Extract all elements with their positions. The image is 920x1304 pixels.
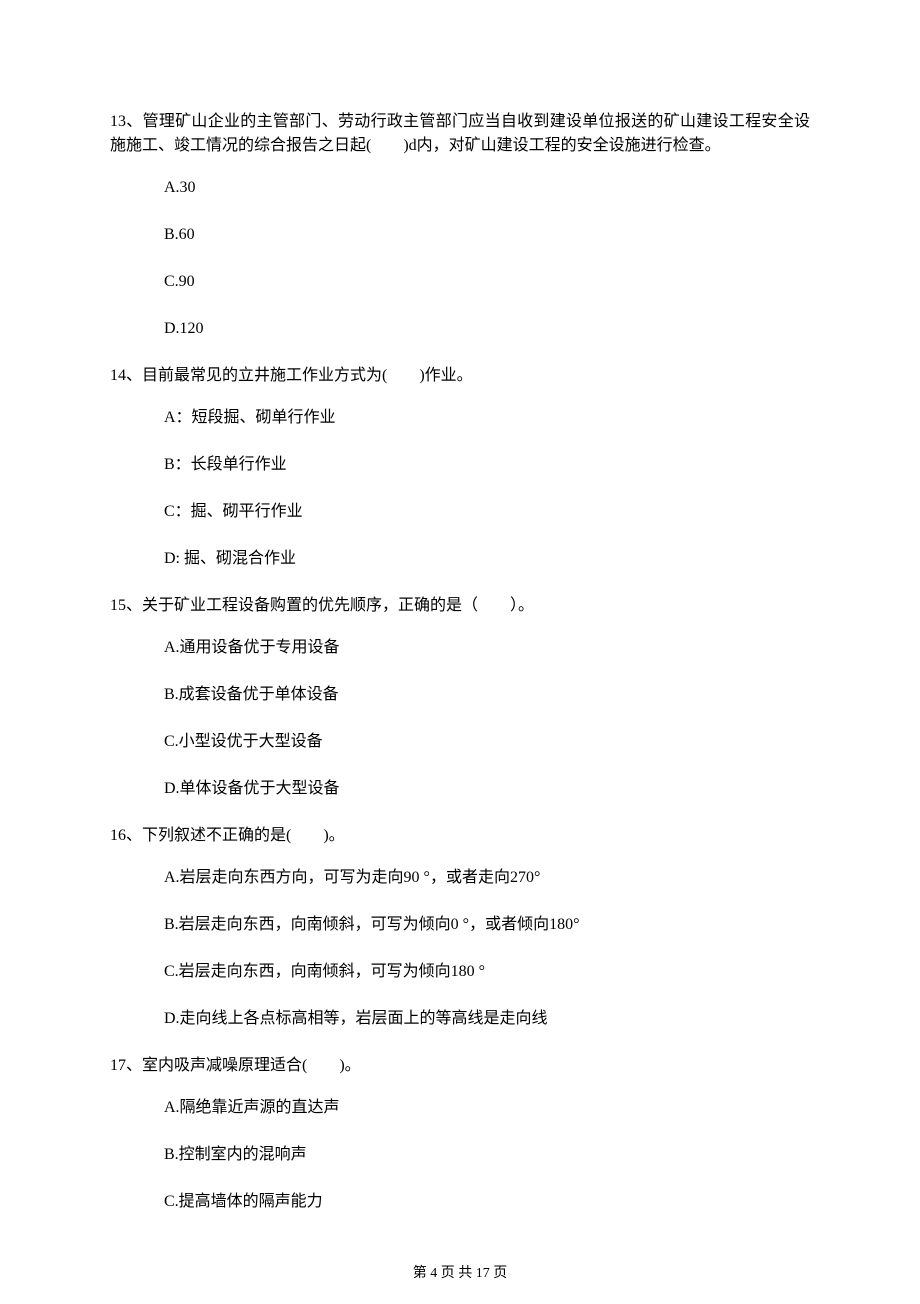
page-footer: 第 4 页 共 17 页 xyxy=(0,1263,920,1304)
question-text: 15、关于矿业工程设备购置的优先顺序，正确的是（ ）。 xyxy=(110,594,810,618)
question-text: 17、室内吸声减噪原理适合( )。 xyxy=(110,1054,810,1078)
option-c: C.岩层走向东西，向南倾斜，可写为倾向180 ° xyxy=(164,960,810,984)
option-b: B.控制室内的混响声 xyxy=(164,1143,810,1167)
option-d: D.走向线上各点标高相等，岩层面上的等高线是走向线 xyxy=(164,1007,810,1031)
option-a: A.30 xyxy=(164,176,810,200)
question-14: 14、目前最常见的立井施工作业方式为( )作业。 A：短段掘、砌单行作业 B：长… xyxy=(110,364,810,571)
option-c: C.提高墙体的隔声能力 xyxy=(164,1190,810,1214)
option-a: A.通用设备优于专用设备 xyxy=(164,636,810,660)
option-c: C.小型设优于大型设备 xyxy=(164,730,810,754)
option-b: B.成套设备优于单体设备 xyxy=(164,683,810,707)
option-d: D.单体设备优于大型设备 xyxy=(164,777,810,801)
question-17: 17、室内吸声减噪原理适合( )。 A.隔绝靠近声源的直达声 B.控制室内的混响… xyxy=(110,1054,810,1214)
options-group: A.30 B.60 C.90 D.120 xyxy=(110,176,810,341)
option-a: A.岩层走向东西方向，可写为走向90 °，或者走向270° xyxy=(164,866,810,890)
option-a: A.隔绝靠近声源的直达声 xyxy=(164,1096,810,1120)
option-d: D: 掘、砌混合作业 xyxy=(164,547,810,571)
option-b: B：长段单行作业 xyxy=(164,453,810,477)
page-content: 13、管理矿山企业的主管部门、劳动行政主管部门应当自收到建设单位报送的矿山建设工… xyxy=(0,0,920,1257)
question-16: 16、下列叙述不正确的是( )。 A.岩层走向东西方向，可写为走向90 °，或者… xyxy=(110,824,810,1031)
option-b: B.岩层走向东西，向南倾斜，可写为倾向0 °，或者倾向180° xyxy=(164,913,810,937)
option-c: C：掘、砌平行作业 xyxy=(164,500,810,524)
option-d: D.120 xyxy=(164,317,810,341)
question-13: 13、管理矿山企业的主管部门、劳动行政主管部门应当自收到建设单位报送的矿山建设工… xyxy=(110,110,810,341)
options-group: A.岩层走向东西方向，可写为走向90 °，或者走向270° B.岩层走向东西，向… xyxy=(110,866,810,1031)
question-15: 15、关于矿业工程设备购置的优先顺序，正确的是（ ）。 A.通用设备优于专用设备… xyxy=(110,594,810,801)
question-text: 16、下列叙述不正确的是( )。 xyxy=(110,824,810,848)
question-text: 13、管理矿山企业的主管部门、劳动行政主管部门应当自收到建设单位报送的矿山建设工… xyxy=(110,110,810,158)
option-c: C.90 xyxy=(164,270,810,294)
options-group: A：短段掘、砌单行作业 B：长段单行作业 C：掘、砌平行作业 D: 掘、砌混合作… xyxy=(110,406,810,571)
question-text: 14、目前最常见的立井施工作业方式为( )作业。 xyxy=(110,364,810,388)
option-a: A：短段掘、砌单行作业 xyxy=(164,406,810,430)
options-group: A.隔绝靠近声源的直达声 B.控制室内的混响声 C.提高墙体的隔声能力 xyxy=(110,1096,810,1214)
options-group: A.通用设备优于专用设备 B.成套设备优于单体设备 C.小型设优于大型设备 D.… xyxy=(110,636,810,801)
option-b: B.60 xyxy=(164,223,810,247)
